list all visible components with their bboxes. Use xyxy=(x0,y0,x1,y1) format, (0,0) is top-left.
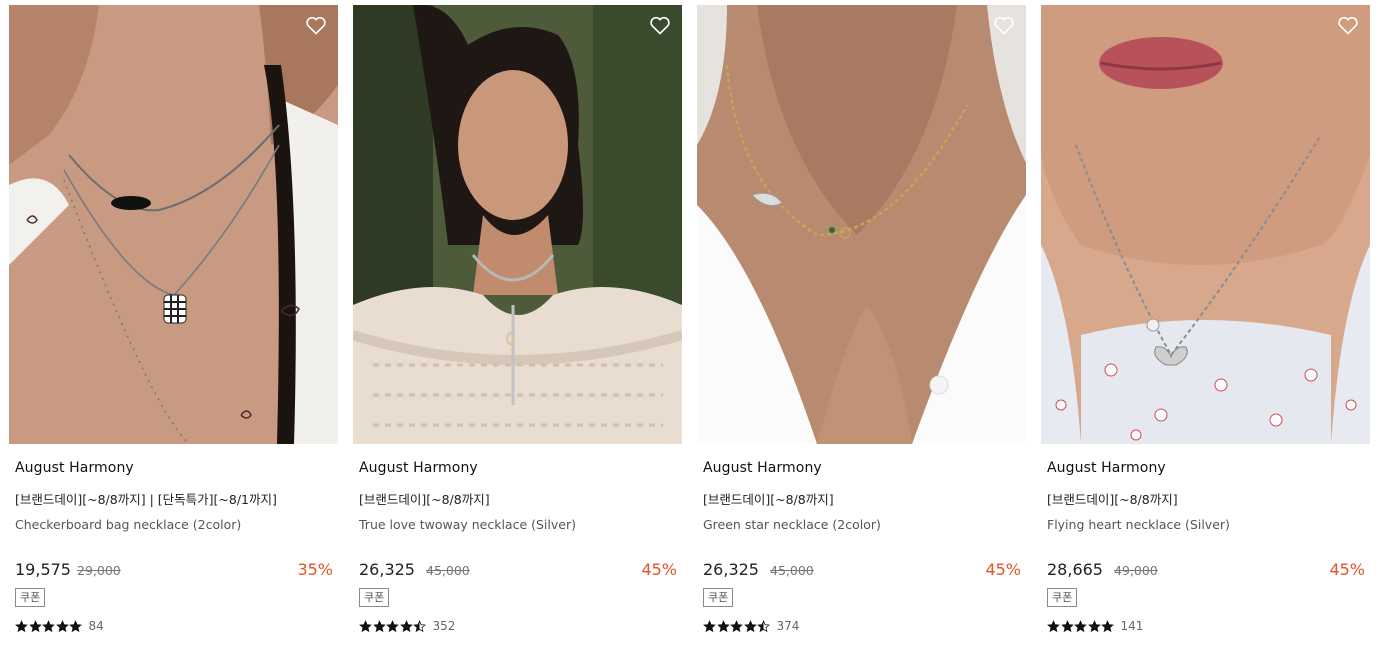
rating: 352 xyxy=(359,619,455,633)
star-icon xyxy=(1087,619,1101,633)
original-price: 29,000 xyxy=(77,563,121,578)
star-icon xyxy=(69,619,82,633)
product-name[interactable]: Checkerboard bag necklace (2color) xyxy=(15,517,241,532)
rating-stars xyxy=(359,619,427,633)
wishlist-heart-icon[interactable] xyxy=(304,13,328,37)
star-icon xyxy=(703,619,716,633)
sale-price: 28,665 xyxy=(1047,560,1103,579)
product-image[interactable] xyxy=(353,5,682,444)
promo-tags: [브랜드데이][~8/8까지] xyxy=(359,492,490,507)
review-count: 352 xyxy=(432,619,456,633)
wishlist-heart-icon[interactable] xyxy=(1336,13,1360,37)
product-grid: August Harmony [브랜드데이][~8/8까지] | [단독특가][… xyxy=(0,0,1376,648)
brand-name[interactable]: August Harmony xyxy=(703,460,822,476)
price-row: 19,575 29,000 35% xyxy=(15,560,333,580)
star-icon xyxy=(399,619,413,633)
promo-tags: [브랜드데이][~8/8까지] | [단독특가][~8/1까지] xyxy=(15,492,277,507)
model-photo-lace-top xyxy=(353,5,682,444)
star-icon xyxy=(1101,619,1114,633)
star-icon xyxy=(28,619,42,633)
product-name[interactable]: True love twoway necklace (Silver) xyxy=(359,517,576,532)
star-icon xyxy=(1074,619,1087,633)
review-count: 84 xyxy=(88,619,104,633)
sale-price: 26,325 xyxy=(359,560,415,579)
product-name[interactable]: Green star necklace (2color) xyxy=(703,517,881,532)
star-icon xyxy=(372,619,386,633)
discount-rate: 35% xyxy=(297,560,333,579)
product-image[interactable] xyxy=(1041,5,1370,444)
star-icon xyxy=(359,619,372,633)
star-icon xyxy=(15,619,28,633)
discount-rate: 45% xyxy=(985,560,1021,579)
wishlist-heart-icon[interactable] xyxy=(648,13,672,37)
coupon-badge: 쿠폰 xyxy=(15,588,46,607)
brand-name[interactable]: August Harmony xyxy=(359,460,478,476)
product-card[interactable]: August Harmony [브랜드데이][~8/8까지] | [단독특가][… xyxy=(9,5,338,645)
sale-price: 19,575 xyxy=(15,560,71,579)
star-icon xyxy=(730,619,743,633)
product-image[interactable] xyxy=(697,5,1026,444)
product-image[interactable] xyxy=(9,5,338,444)
star-icon xyxy=(55,619,69,633)
price-row: 28,665 49,000 45% xyxy=(1047,560,1365,580)
star-icon xyxy=(1060,619,1074,633)
original-price: 45,000 xyxy=(770,563,814,578)
product-name[interactable]: Flying heart necklace (Silver) xyxy=(1047,517,1230,532)
rating: 374 xyxy=(703,619,799,633)
review-count: 141 xyxy=(1120,619,1144,633)
rating-stars xyxy=(15,619,83,633)
rating: 141 xyxy=(1047,619,1143,633)
rating-stars xyxy=(1047,619,1115,633)
sale-price: 26,325 xyxy=(703,560,759,579)
brand-name[interactable]: August Harmony xyxy=(1047,460,1166,476)
promo-tags: [브랜드데이][~8/8까지] xyxy=(703,492,834,507)
star-icon xyxy=(386,619,399,633)
star-icon xyxy=(743,619,757,633)
star-icon xyxy=(1047,619,1060,633)
star-icon xyxy=(716,619,730,633)
brand-name[interactable]: August Harmony xyxy=(15,460,134,476)
star-icon xyxy=(757,619,770,633)
coupon-badge: 쿠폰 xyxy=(359,588,390,607)
original-price: 45,000 xyxy=(426,563,470,578)
price-row: 26,325 45,000 45% xyxy=(359,560,677,580)
wishlist-heart-icon[interactable] xyxy=(992,13,1016,37)
product-card[interactable]: August Harmony [브랜드데이][~8/8까지] Flying he… xyxy=(1041,5,1370,645)
coupon-badge: 쿠폰 xyxy=(1047,588,1078,607)
product-card[interactable]: August Harmony [브랜드데이][~8/8까지] Green sta… xyxy=(697,5,1026,645)
discount-rate: 45% xyxy=(641,560,677,579)
coupon-badge: 쿠폰 xyxy=(703,588,734,607)
rating-stars xyxy=(703,619,771,633)
star-icon xyxy=(42,619,55,633)
star-icon xyxy=(413,619,426,633)
model-photo-neck-tattoos xyxy=(9,5,338,444)
model-photo-white-collar xyxy=(697,5,1026,444)
product-card[interactable]: August Harmony [브랜드데이][~8/8까지] True love… xyxy=(353,5,682,645)
rating: 84 xyxy=(15,619,104,633)
model-photo-floral-dress xyxy=(1041,5,1370,444)
discount-rate: 45% xyxy=(1329,560,1365,579)
promo-tags: [브랜드데이][~8/8까지] xyxy=(1047,492,1178,507)
review-count: 374 xyxy=(776,619,800,633)
price-row: 26,325 45,000 45% xyxy=(703,560,1021,580)
original-price: 49,000 xyxy=(1114,563,1158,578)
